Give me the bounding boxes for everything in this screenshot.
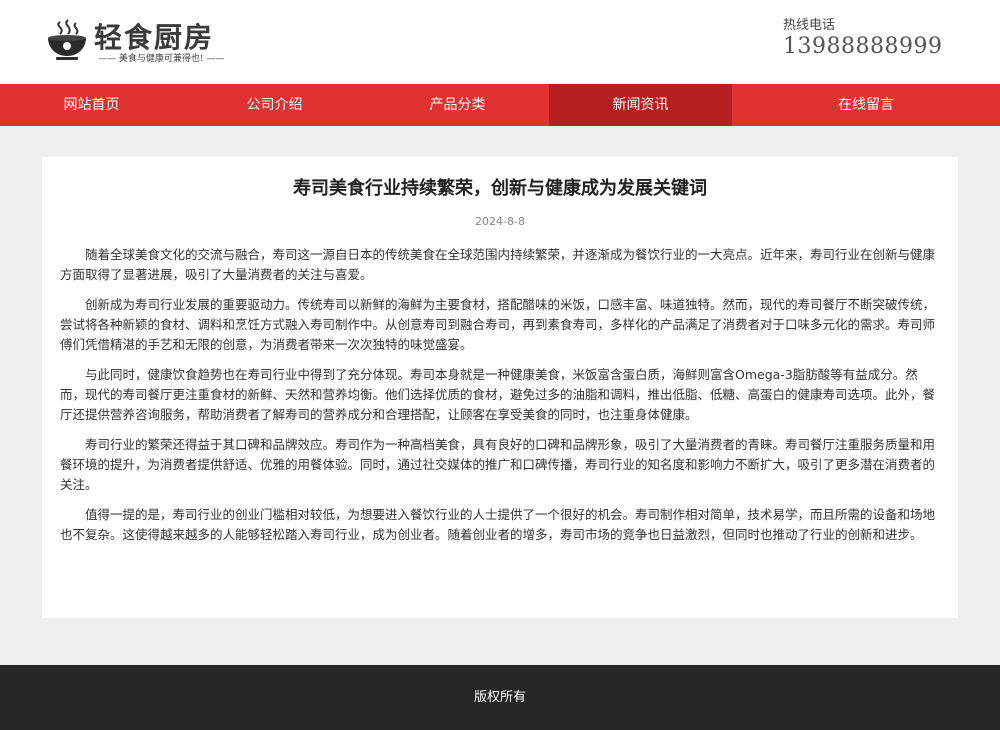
article: 寿司美食行业持续繁荣，创新与健康成为发展关键词 2024-8-8 随着全球美食文… xyxy=(42,157,958,618)
hotline: 热线电话 13988888999 xyxy=(783,18,942,60)
article-paragraph: 寿司行业的繁荣还得益于其口碑和品牌效应。寿司作为一种高档美食，具有良好的口碑和品… xyxy=(60,437,936,492)
nav-item-home[interactable]: 网站首页 xyxy=(0,84,183,126)
hotline-label: 热线电话 xyxy=(783,18,836,33)
article-paragraph: 与此同时，健康饮食趋势也在寿司行业中得到了充分体现。寿司本身就是一种健康美食，米… xyxy=(60,367,936,422)
site-logo[interactable]: 轻食厨房 —— 美食与健康可兼得也! —— xyxy=(46,16,226,66)
nav-item-about[interactable]: 公司介绍 xyxy=(183,84,366,126)
main-nav: 网站首页 公司介绍 产品分类 新闻资讯 在线留言 xyxy=(0,84,1000,126)
logo-title: 轻食厨房 xyxy=(94,21,215,54)
article-body: 随着全球美食文化的交流与融合，寿司这一源自日本的传统美食在全球范围内持续繁荣，并… xyxy=(60,245,940,545)
article-title: 寿司美食行业持续繁荣，创新与健康成为发展关键词 xyxy=(293,178,707,199)
nav-item-news[interactable]: 新闻资讯 xyxy=(549,84,732,126)
article-paragraph: 创新成为寿司行业发展的重要驱动力。传统寿司以新鲜的海鲜为主要食材，搭配醋味的米饭… xyxy=(60,297,936,352)
site-footer: 版权所有 xyxy=(0,665,1000,730)
nav-item-products[interactable]: 产品分类 xyxy=(366,84,549,126)
logo-slogan: —— 美食与健康可兼得也! —— xyxy=(98,54,225,64)
footer-copyright: 版权所有 xyxy=(473,690,526,705)
article-paragraph: 随着全球美食文化的交流与融合，寿司这一源自日本的传统美食在全球范围内持续繁荣，并… xyxy=(60,247,936,282)
cooking-pot-icon xyxy=(48,19,86,60)
site-header: 轻食厨房 —— 美食与健康可兼得也! —— 热线电话 13988888999 xyxy=(0,0,1000,84)
article-paragraph: 值得一提的是，寿司行业的创业门槛相对较低，为想要进入餐饮行业的人士提供了一个很好… xyxy=(60,507,936,542)
article-date: 2024-8-8 xyxy=(475,215,525,228)
hotline-number[interactable]: 13988888999 xyxy=(783,34,942,60)
nav-item-message[interactable]: 在线留言 xyxy=(732,84,1000,126)
